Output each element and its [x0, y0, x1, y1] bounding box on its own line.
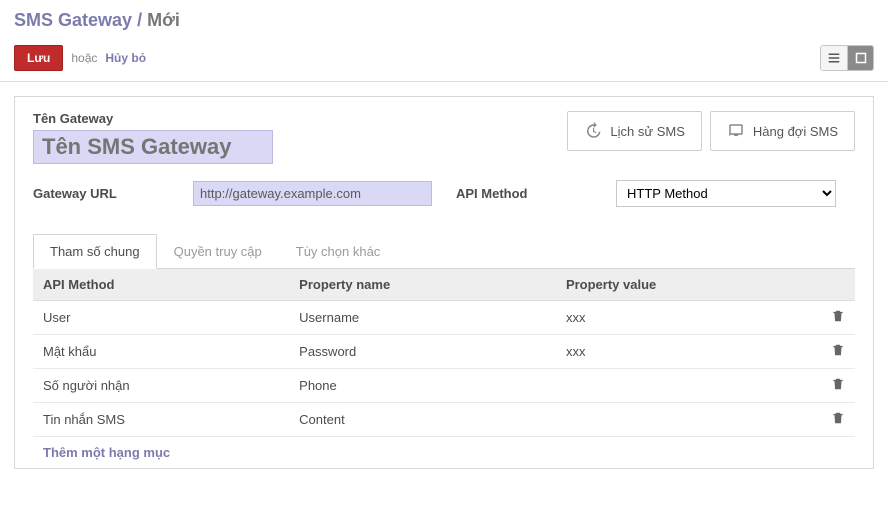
table-row[interactable]: UserUsernamexxx: [33, 301, 855, 335]
breadcrumb-root[interactable]: SMS Gateway: [14, 10, 132, 30]
cell-pname[interactable]: Password: [289, 335, 556, 369]
breadcrumb: SMS Gateway / Mới: [0, 0, 888, 39]
params-table: API Method Property name Property value …: [33, 269, 855, 468]
trash-icon[interactable]: [831, 377, 845, 391]
gateway-name-input[interactable]: [33, 130, 273, 164]
tabs: Tham số chung Quyền truy cập Tùy chọn kh…: [33, 233, 855, 269]
form-sheet: Tên Gateway Lịch sử SMS Hàng đợi SMS: [14, 96, 874, 469]
sms-queue-button[interactable]: Hàng đợi SMS: [710, 111, 855, 151]
trash-icon[interactable]: [831, 343, 845, 357]
add-item-link[interactable]: Thêm một hạng mục: [33, 437, 855, 469]
api-method-label: API Method: [456, 186, 616, 201]
col-property-value[interactable]: Property value: [556, 269, 821, 301]
add-row[interactable]: Thêm một hạng mục: [33, 437, 855, 469]
cell-pvalue[interactable]: [556, 369, 821, 403]
list-icon: [828, 52, 840, 64]
col-delete: [821, 269, 855, 301]
col-property-name[interactable]: Property name: [289, 269, 556, 301]
discard-link[interactable]: Hủy bỏ: [105, 51, 146, 65]
cell-pvalue[interactable]: xxx: [556, 301, 821, 335]
history-icon: [584, 122, 602, 140]
cell-pname[interactable]: Username: [289, 301, 556, 335]
cell-pname[interactable]: Content: [289, 403, 556, 437]
form-view-button[interactable]: [847, 46, 873, 70]
list-view-button[interactable]: [821, 46, 847, 70]
save-button[interactable]: Lưu: [14, 45, 63, 71]
sms-history-button[interactable]: Lịch sử SMS: [567, 111, 701, 151]
gateway-url-input[interactable]: [193, 181, 432, 206]
table-row[interactable]: Mật khẩuPasswordxxx: [33, 335, 855, 369]
trash-icon[interactable]: [831, 309, 845, 323]
api-method-select[interactable]: HTTP Method: [616, 180, 836, 207]
cell-method[interactable]: Số người nhận: [33, 369, 289, 403]
sms-history-label: Lịch sử SMS: [610, 124, 684, 139]
cell-pvalue[interactable]: xxx: [556, 335, 821, 369]
form-icon: [855, 52, 867, 64]
cell-pname[interactable]: Phone: [289, 369, 556, 403]
table-row[interactable]: Tin nhắn SMSContent: [33, 403, 855, 437]
col-api-method[interactable]: API Method: [33, 269, 289, 301]
table-row[interactable]: Số người nhậnPhone: [33, 369, 855, 403]
cell-pvalue[interactable]: [556, 403, 821, 437]
tab-general[interactable]: Tham số chung: [33, 234, 157, 269]
trash-icon[interactable]: [831, 411, 845, 425]
or-text: hoặc: [71, 51, 97, 65]
tab-other[interactable]: Tùy chọn khác: [279, 234, 398, 269]
cell-method[interactable]: Mật khẩu: [33, 335, 289, 369]
action-bar: Lưu hoặc Hủy bỏ: [0, 39, 888, 82]
tab-access[interactable]: Quyền truy cập: [157, 234, 279, 269]
view-switcher: [820, 45, 874, 71]
inbox-icon: [727, 122, 745, 140]
sms-queue-label: Hàng đợi SMS: [753, 124, 838, 139]
gateway-url-label: Gateway URL: [33, 186, 193, 201]
cell-method[interactable]: Tin nhắn SMS: [33, 403, 289, 437]
breadcrumb-sep: /: [137, 10, 142, 30]
cell-method[interactable]: User: [33, 301, 289, 335]
gateway-name-label: Tên Gateway: [33, 111, 273, 126]
breadcrumb-current: Mới: [147, 10, 180, 30]
